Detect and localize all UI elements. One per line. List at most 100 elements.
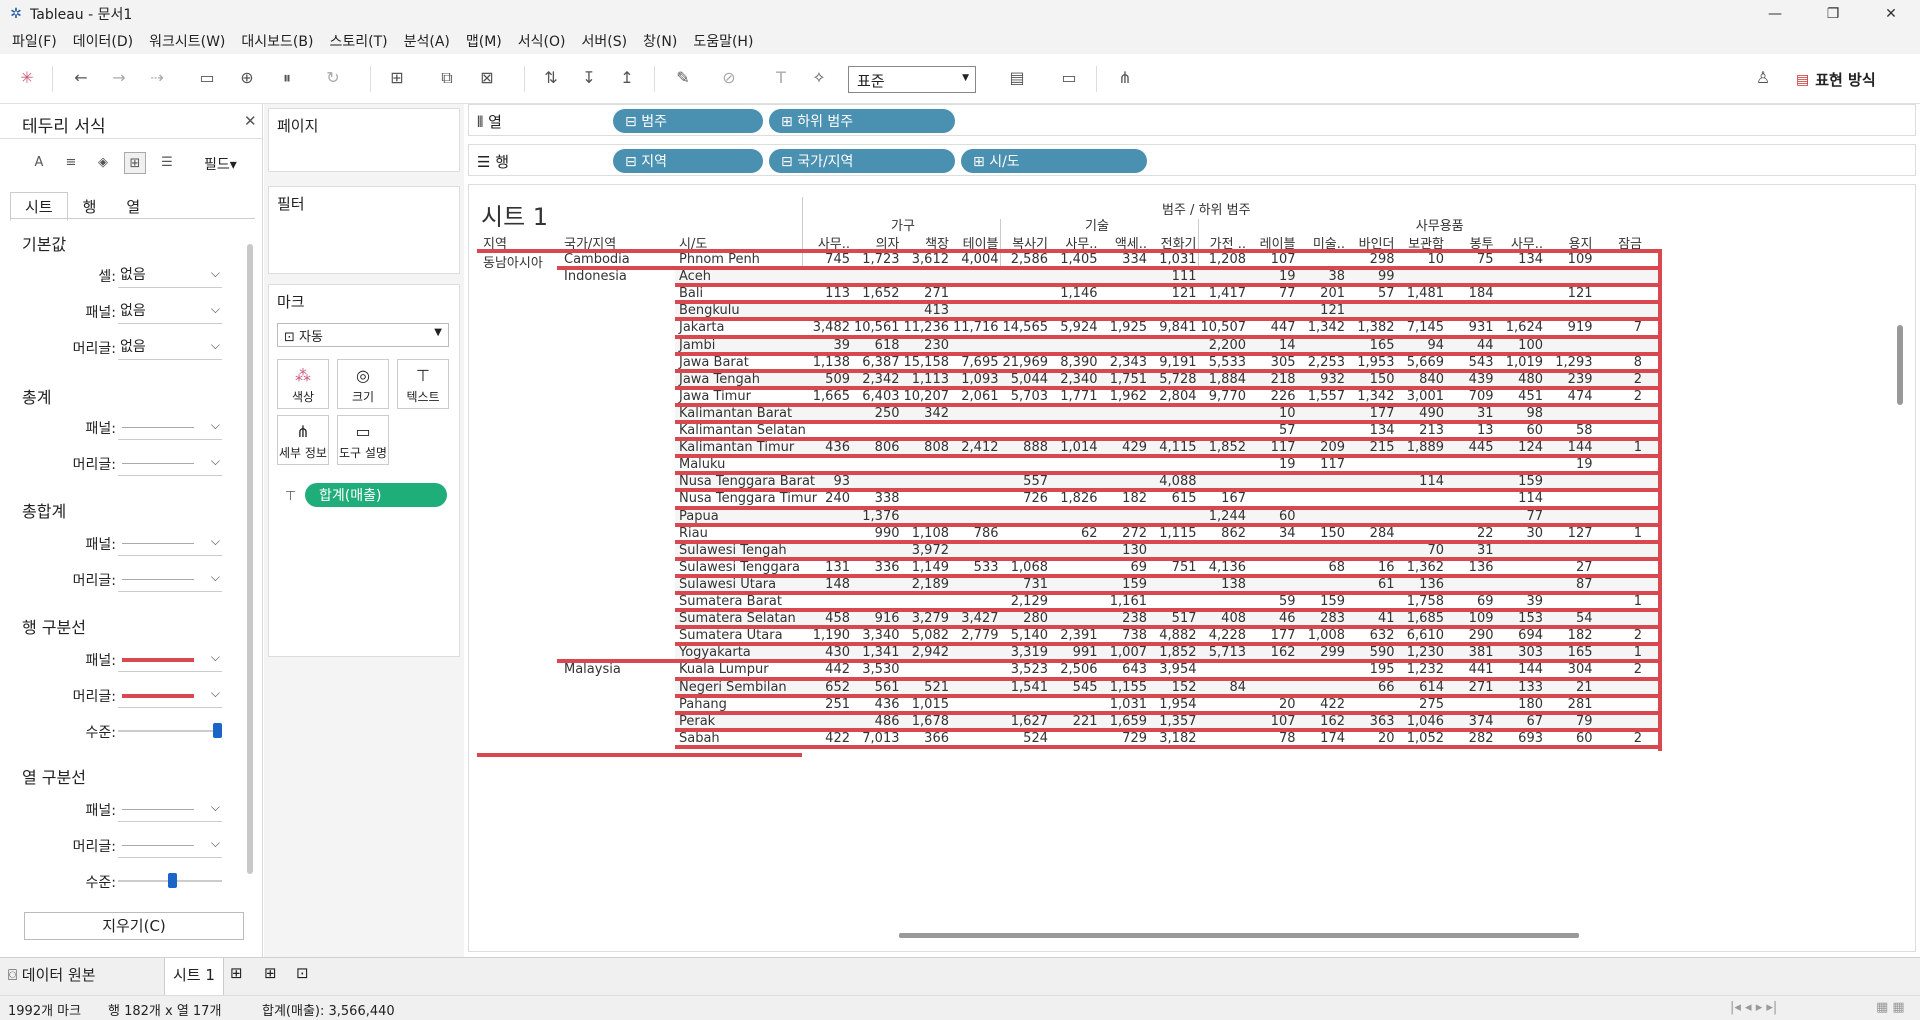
- menu-bar: 파일(F) 데이터(D) 워크시트(W) 대시보드(B) 스토리(T) 분석(A…: [0, 28, 1920, 54]
- share-icon[interactable]: ⋔: [1114, 67, 1136, 89]
- grand-totals-header-select[interactable]: ⌵: [118, 568, 222, 592]
- highlight-icon[interactable]: ✎: [672, 67, 694, 89]
- filters-card[interactable]: 필터: [268, 186, 460, 274]
- totals-header-select[interactable]: ⌵: [118, 452, 222, 476]
- columns-shelf[interactable]: ⫴ 열 ⊟ 범주 ⊞ 하위 범주: [468, 104, 1916, 136]
- pause-updates-icon[interactable]: ⏸: [276, 67, 298, 89]
- mark-type-select[interactable]: ⊡ 자동 ▼: [277, 323, 449, 347]
- table-cell: 22: [1476, 525, 1494, 541]
- menu-story[interactable]: 스토리(T): [321, 31, 395, 51]
- show-cards-icon[interactable]: ▤: [1006, 67, 1028, 89]
- show-me-button[interactable]: ▤ 표현 방식: [1796, 69, 1876, 90]
- col-divider-header-select[interactable]: ⌵: [118, 834, 222, 858]
- field-dropdown[interactable]: 필드▾: [204, 154, 237, 174]
- cell-border-select[interactable]: 없음 ⌵: [118, 264, 222, 288]
- detail-button[interactable]: ⋔ 세부 정보: [277, 415, 329, 465]
- color-button[interactable]: ⁂ 색상: [277, 359, 329, 409]
- menu-dashboard[interactable]: 대시보드(B): [233, 31, 321, 51]
- tab-sheet[interactable]: 시트: [10, 192, 68, 221]
- vertical-scrollbar[interactable]: [1897, 325, 1903, 405]
- labels-icon[interactable]: T: [770, 67, 792, 89]
- lines-format-icon[interactable]: ☰: [156, 152, 178, 174]
- slider-knob[interactable]: [213, 723, 222, 738]
- format-brush-icon[interactable]: ♙: [1752, 67, 1774, 89]
- city-header: Kalimantan Timur: [679, 440, 795, 456]
- duplicate-sheet-icon[interactable]: ⧉: [436, 67, 458, 89]
- menu-data[interactable]: 데이터(D): [65, 31, 141, 51]
- menu-worksheet[interactable]: 워크시트(W): [141, 31, 233, 51]
- menu-format[interactable]: 서식(O): [510, 31, 574, 51]
- sort-descending-icon[interactable]: ↥: [616, 67, 638, 89]
- new-story-icon[interactable]: ⊡: [296, 964, 309, 982]
- datasource-tab[interactable]: ⌼ 데이터 원본: [8, 964, 96, 985]
- pill-region[interactable]: ⊟ 지역: [613, 149, 763, 173]
- borders-format-icon[interactable]: ⊞: [124, 152, 146, 174]
- pill-category[interactable]: ⊟ 범주: [613, 109, 763, 133]
- clear-button[interactable]: 지우기(C): [24, 912, 244, 940]
- tableau-home-icon[interactable]: ✳: [16, 67, 38, 89]
- menu-server[interactable]: 서버(S): [573, 31, 635, 51]
- menu-map[interactable]: 맵(M): [458, 31, 510, 51]
- row-level-slider[interactable]: [118, 723, 222, 738]
- alignment-format-icon[interactable]: ≡: [60, 152, 82, 174]
- row-divider-pane-select[interactable]: ⌵: [118, 648, 222, 672]
- clear-sheet-icon[interactable]: ⊠: [476, 67, 498, 89]
- close-window-icon[interactable]: ✕: [1862, 0, 1920, 28]
- rows-shelf[interactable]: ☰ 행 ⊟ 지역 ⊟ 국가/지역 ⊞ 시/도: [468, 144, 1916, 176]
- grand-totals-pane-select[interactable]: ⌵: [118, 532, 222, 556]
- menu-analysis[interactable]: 분석(A): [396, 31, 458, 51]
- replace-data-icon[interactable]: ⇢: [146, 67, 168, 89]
- grid-icon[interactable]: ▦ ▦: [1876, 1000, 1905, 1015]
- tab-columns[interactable]: 열: [111, 192, 155, 221]
- slider-knob[interactable]: [168, 873, 177, 888]
- row-divider-header-select[interactable]: ⌵: [118, 684, 222, 708]
- measure-pill[interactable]: 합계(매출): [305, 483, 447, 507]
- pill-country[interactable]: ⊟ 국가/지역: [769, 149, 955, 173]
- menu-file[interactable]: 파일(F): [4, 31, 65, 51]
- refresh-icon[interactable]: ↻: [322, 67, 344, 89]
- pill-subcategory[interactable]: ⊞ 하위 범주: [769, 109, 955, 133]
- row-divider: [477, 752, 802, 757]
- restore-icon[interactable]: ❐: [1804, 0, 1862, 28]
- size-button[interactable]: ◎ 크기: [337, 359, 389, 409]
- pages-card[interactable]: 페이지: [268, 108, 460, 172]
- group-icon[interactable]: ⊘: [718, 67, 740, 89]
- pill-state[interactable]: ⊞ 시/도: [961, 149, 1147, 173]
- totals-pane-select[interactable]: ⌵: [118, 416, 222, 440]
- fit-select[interactable]: 표준 ▼: [848, 66, 976, 93]
- sort-ascending-icon[interactable]: ↧: [578, 67, 600, 89]
- pane-scrollbar[interactable]: [247, 244, 253, 874]
- table-cell: 238: [1122, 611, 1147, 627]
- horizontal-scrollbar[interactable]: [899, 933, 1579, 938]
- menu-help[interactable]: 도움말(H): [685, 31, 761, 51]
- col-divider-pane-select[interactable]: ⌵: [118, 798, 222, 822]
- header-border-select[interactable]: 없음 ⌵: [118, 336, 222, 360]
- new-worksheet-icon[interactable]: ⊞: [230, 964, 243, 982]
- sheet-tab[interactable]: 시트 1: [164, 958, 224, 996]
- minimize-icon[interactable]: —: [1746, 0, 1804, 28]
- tableau-logo-icon: ✲: [10, 6, 22, 22]
- pane-border-select[interactable]: 없음 ⌵: [118, 300, 222, 324]
- tab-rows[interactable]: 행: [68, 192, 112, 221]
- col-level-slider[interactable]: [118, 873, 222, 888]
- new-worksheet-icon[interactable]: ⊞: [386, 67, 408, 89]
- pin-icon[interactable]: ✧: [808, 67, 830, 89]
- table-cell: 2,586: [1010, 252, 1048, 267]
- close-icon[interactable]: ✕: [244, 112, 257, 130]
- table-cell: 250: [874, 405, 900, 421]
- text-button[interactable]: ⊤ 텍스트: [397, 359, 449, 409]
- shading-format-icon[interactable]: ◈: [92, 152, 114, 174]
- tooltip-button[interactable]: ▭ 도구 설명: [337, 415, 389, 465]
- redo-icon[interactable]: →: [108, 67, 130, 89]
- swap-rows-columns-icon[interactable]: ⇅: [540, 67, 562, 89]
- font-format-icon[interactable]: A: [28, 152, 50, 174]
- new-dashboard-icon[interactable]: ⊞: [264, 964, 277, 982]
- new-datasource-icon[interactable]: ⊕: [236, 67, 258, 89]
- save-icon[interactable]: ▭: [196, 67, 218, 89]
- nav-arrows-icon[interactable]: |◂ ◂ ▸ ▸|: [1730, 1000, 1777, 1015]
- presentation-icon[interactable]: ▭: [1058, 67, 1080, 89]
- menu-window[interactable]: 창(N): [635, 31, 685, 51]
- chevron-down-icon: ⌵: [210, 418, 220, 432]
- table-cell: 1,751: [1109, 371, 1147, 387]
- undo-icon[interactable]: ←: [70, 67, 92, 89]
